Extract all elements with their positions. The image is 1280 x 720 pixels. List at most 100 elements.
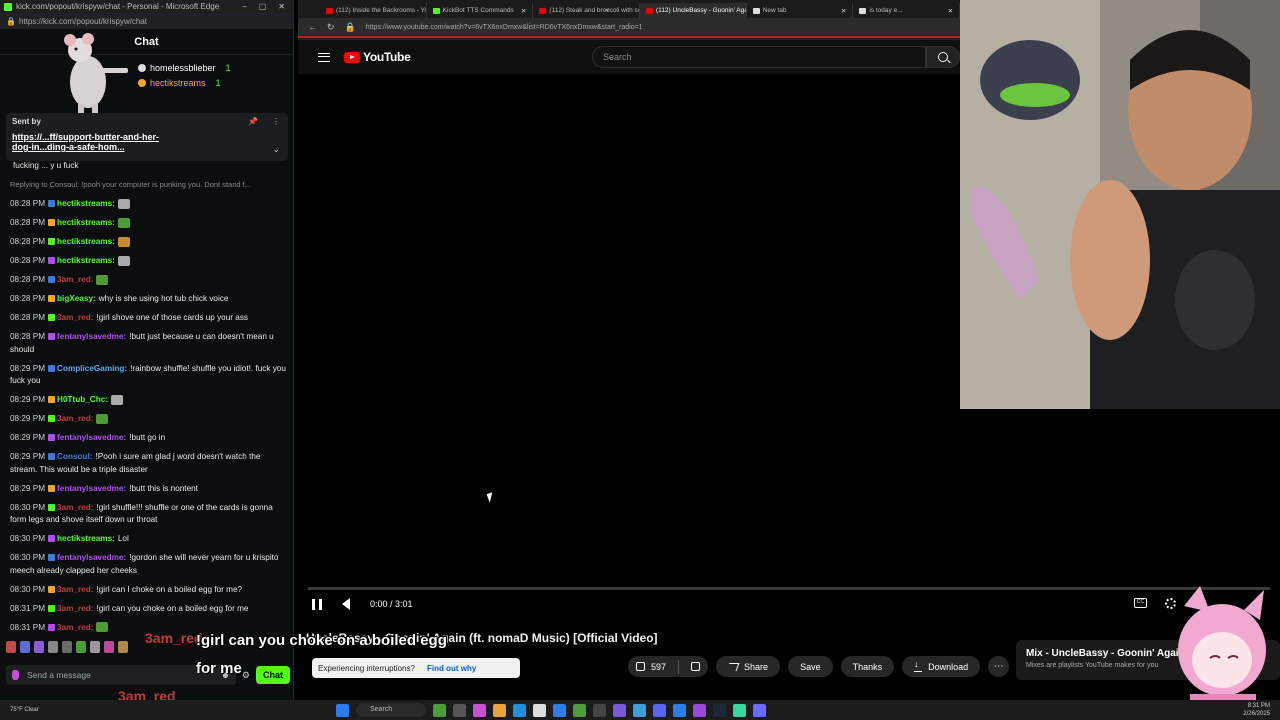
chat-message[interactable]: 08:29 PM ComplicеGaming: !rainbow shuffle!… <box>10 363 286 388</box>
chat-message[interactable]: 08:30 PM fentanylsavedme: !gordon she will… <box>10 552 286 577</box>
message-username[interactable]: 3am_red: <box>57 604 93 613</box>
chat-message[interactable]: 08:29 PM fentanylsavedme: !butt go in <box>10 432 286 445</box>
chat-message[interactable]: Replying to Consoul: !pooh your computer… <box>10 179 286 192</box>
minimize-icon[interactable]: – <box>242 2 246 11</box>
browser-tab[interactable]: KickBot TTS Commands ✕ <box>427 3 534 18</box>
chat-message[interactable]: 08:31 PM 3am_red: !girl can you choke on a… <box>10 603 286 616</box>
video-progress-bar[interactable] <box>308 587 1270 590</box>
chat-message[interactable]: 08:29 PM 3am_red: <box>10 413 286 426</box>
message-username[interactable]: 3am_red: <box>57 623 93 632</box>
chat-url-bar[interactable]: 🔒 https://kick.com/popout/krispyw/chat <box>0 13 293 29</box>
refresh-icon[interactable]: ↻ <box>327 22 335 33</box>
edge-icon[interactable] <box>513 703 526 717</box>
message-username[interactable]: bigXeasy: <box>57 294 96 303</box>
message-username[interactable]: fentanylsavedme: <box>57 553 126 562</box>
chat-message[interactable]: 08:30 PM hectikstreams: Lol <box>10 533 286 546</box>
app-icon[interactable] <box>633 703 646 717</box>
browser-tab[interactable]: New tab ✕ <box>747 3 854 18</box>
browser-tab[interactable]: (112) Steak and broccoli with som...✕ <box>533 3 641 18</box>
menu-icon[interactable] <box>318 52 330 62</box>
taskbar-search[interactable]: Search <box>356 703 426 717</box>
microphone-icon[interactable] <box>12 670 19 680</box>
message-username[interactable]: Consoul: <box>57 452 92 461</box>
message-username[interactable]: hectikstreams: <box>57 534 115 543</box>
chat-send-button[interactable]: Chat <box>256 666 290 684</box>
more-options-icon[interactable]: ⋮ <box>272 117 280 126</box>
browser-tab[interactable]: (112) UncleBassy - Goonin' Again...✕ <box>640 3 747 18</box>
top-chatter[interactable]: homelessblieber 1 <box>138 60 231 75</box>
chrome-icon[interactable] <box>533 703 546 717</box>
like-dislike-button[interactable]: 597 <box>628 656 709 677</box>
youtube-search-button[interactable] <box>926 46 960 68</box>
close-icon[interactable]: ✕ <box>278 2 285 11</box>
message-username[interactable]: H0Ttub_Chc: <box>57 395 108 404</box>
chat-message[interactable]: 08:28 PM hectikstreams: <box>10 217 286 230</box>
youtube-logo[interactable]: YouTube <box>344 50 411 64</box>
thumbs-down-icon[interactable] <box>691 662 701 671</box>
pinned-message[interactable]: Sent by 📌 ⋮ https://...ff/support-butter… <box>6 113 288 161</box>
taskbar-clock[interactable]: 8:31 PM 2/26/2025 <box>1243 702 1270 718</box>
message-username[interactable]: fentanylsavedme: <box>57 433 126 442</box>
chat-message[interactable]: 08:28 PM hectikstreams: <box>10 236 286 249</box>
app-icon[interactable] <box>433 703 446 717</box>
app-icon[interactable] <box>673 703 686 717</box>
app-icon[interactable] <box>453 703 466 717</box>
message-username[interactable]: hectikstreams: <box>57 237 115 246</box>
message-username[interactable]: fentanylsavedme: <box>57 484 126 493</box>
message-username[interactable]: 3am_red: <box>57 585 93 594</box>
chat-window-titlebar[interactable]: kick.com/popout/krispyw/chat - Personal … <box>0 0 293 13</box>
app-icon[interactable] <box>593 703 606 717</box>
chat-message[interactable]: fucking ... y u fuck <box>10 160 286 173</box>
pause-icon[interactable] <box>312 598 322 610</box>
app-icon[interactable] <box>573 703 586 717</box>
chat-message[interactable]: 08:28 PM bigXeasy: why is she using hot tu… <box>10 293 286 306</box>
tab-close-icon[interactable]: ✕ <box>948 7 953 15</box>
chat-message[interactable]: 08:29 PM fentanylsavedme: !butt this is no… <box>10 483 286 496</box>
chat-message-list[interactable]: fucking ... y u fuck Replying to Consoul:… <box>10 160 286 641</box>
chat-message[interactable]: 08:28 PM 3am_red: !girl shove one of those… <box>10 312 286 325</box>
chat-message[interactable]: 08:28 PM hectikstreams: <box>10 198 286 211</box>
app-icon[interactable] <box>473 703 486 717</box>
app-icon[interactable] <box>693 703 706 717</box>
captions-icon[interactable]: CC <box>1134 598 1147 608</box>
address-bar[interactable]: ← ↻ 🔒 https://www.youtube.com/watch?v=6v… <box>298 18 960 38</box>
message-username[interactable]: ComplicеGaming: <box>57 364 127 373</box>
message-username[interactable]: 3am_red: <box>57 503 93 512</box>
chat-message[interactable]: 08:29 PM Consoul: !Pooh i sure am glad j w… <box>10 451 286 476</box>
message-username[interactable]: 3am_red: <box>57 313 93 322</box>
top-chatter[interactable]: hectikstreams 1 <box>138 75 231 90</box>
settings-icon[interactable]: ⚙ <box>242 670 250 681</box>
app-icon[interactable] <box>753 703 766 717</box>
start-icon[interactable] <box>336 703 349 717</box>
app-icon[interactable] <box>733 703 746 717</box>
share-button[interactable]: Share <box>716 656 781 677</box>
steam-icon[interactable] <box>713 703 726 717</box>
tab-close-icon[interactable]: ✕ <box>841 7 846 15</box>
message-username[interactable]: 3am_red: <box>57 414 93 423</box>
app-icon[interactable] <box>613 703 626 717</box>
browser-tab[interactable]: is today e... ✕ <box>853 3 961 18</box>
chat-message[interactable]: 08:29 PM H0Ttub_Chc: <box>10 394 286 407</box>
message-username[interactable]: fentanylsavedme: <box>57 332 126 341</box>
chat-message[interactable]: 08:28 PM fentanylsavedme: !butt just becau… <box>10 331 286 356</box>
save-button[interactable]: Save <box>788 656 833 677</box>
message-username[interactable]: 3am_red: <box>57 275 93 284</box>
chevron-down-icon[interactable]: ⌄ <box>272 144 280 155</box>
pinned-link[interactable]: https://...ff/support-butter-and-her- do… <box>12 132 282 152</box>
download-button[interactable]: Download <box>902 656 981 677</box>
tab-close-icon[interactable]: ✕ <box>521 7 526 15</box>
youtube-search-input[interactable]: Search <box>592 46 926 68</box>
maximize-icon[interactable]: ▢ <box>259 2 267 11</box>
pin-icon[interactable]: 📌 <box>248 117 258 126</box>
thanks-button[interactable]: Thanks <box>840 656 895 677</box>
chat-message[interactable]: 08:30 PM 3am_red: !girl can I choke on a b… <box>10 584 286 597</box>
chat-message[interactable]: 08:30 PM 3am_red: !girl shuffle!!! shuffle… <box>10 502 286 527</box>
back-icon[interactable]: ← <box>308 22 317 32</box>
discord-icon[interactable] <box>653 703 666 717</box>
weather-widget[interactable]: 75°F Clear <box>10 707 39 714</box>
volume-icon[interactable] <box>342 598 350 610</box>
app-icon[interactable] <box>553 703 566 717</box>
message-username[interactable]: hectikstreams: <box>57 199 115 208</box>
message-username[interactable]: hectikstreams: <box>57 256 115 265</box>
browser-tab[interactable]: (112) Inside the Backrooms - You...✕ <box>320 3 427 18</box>
